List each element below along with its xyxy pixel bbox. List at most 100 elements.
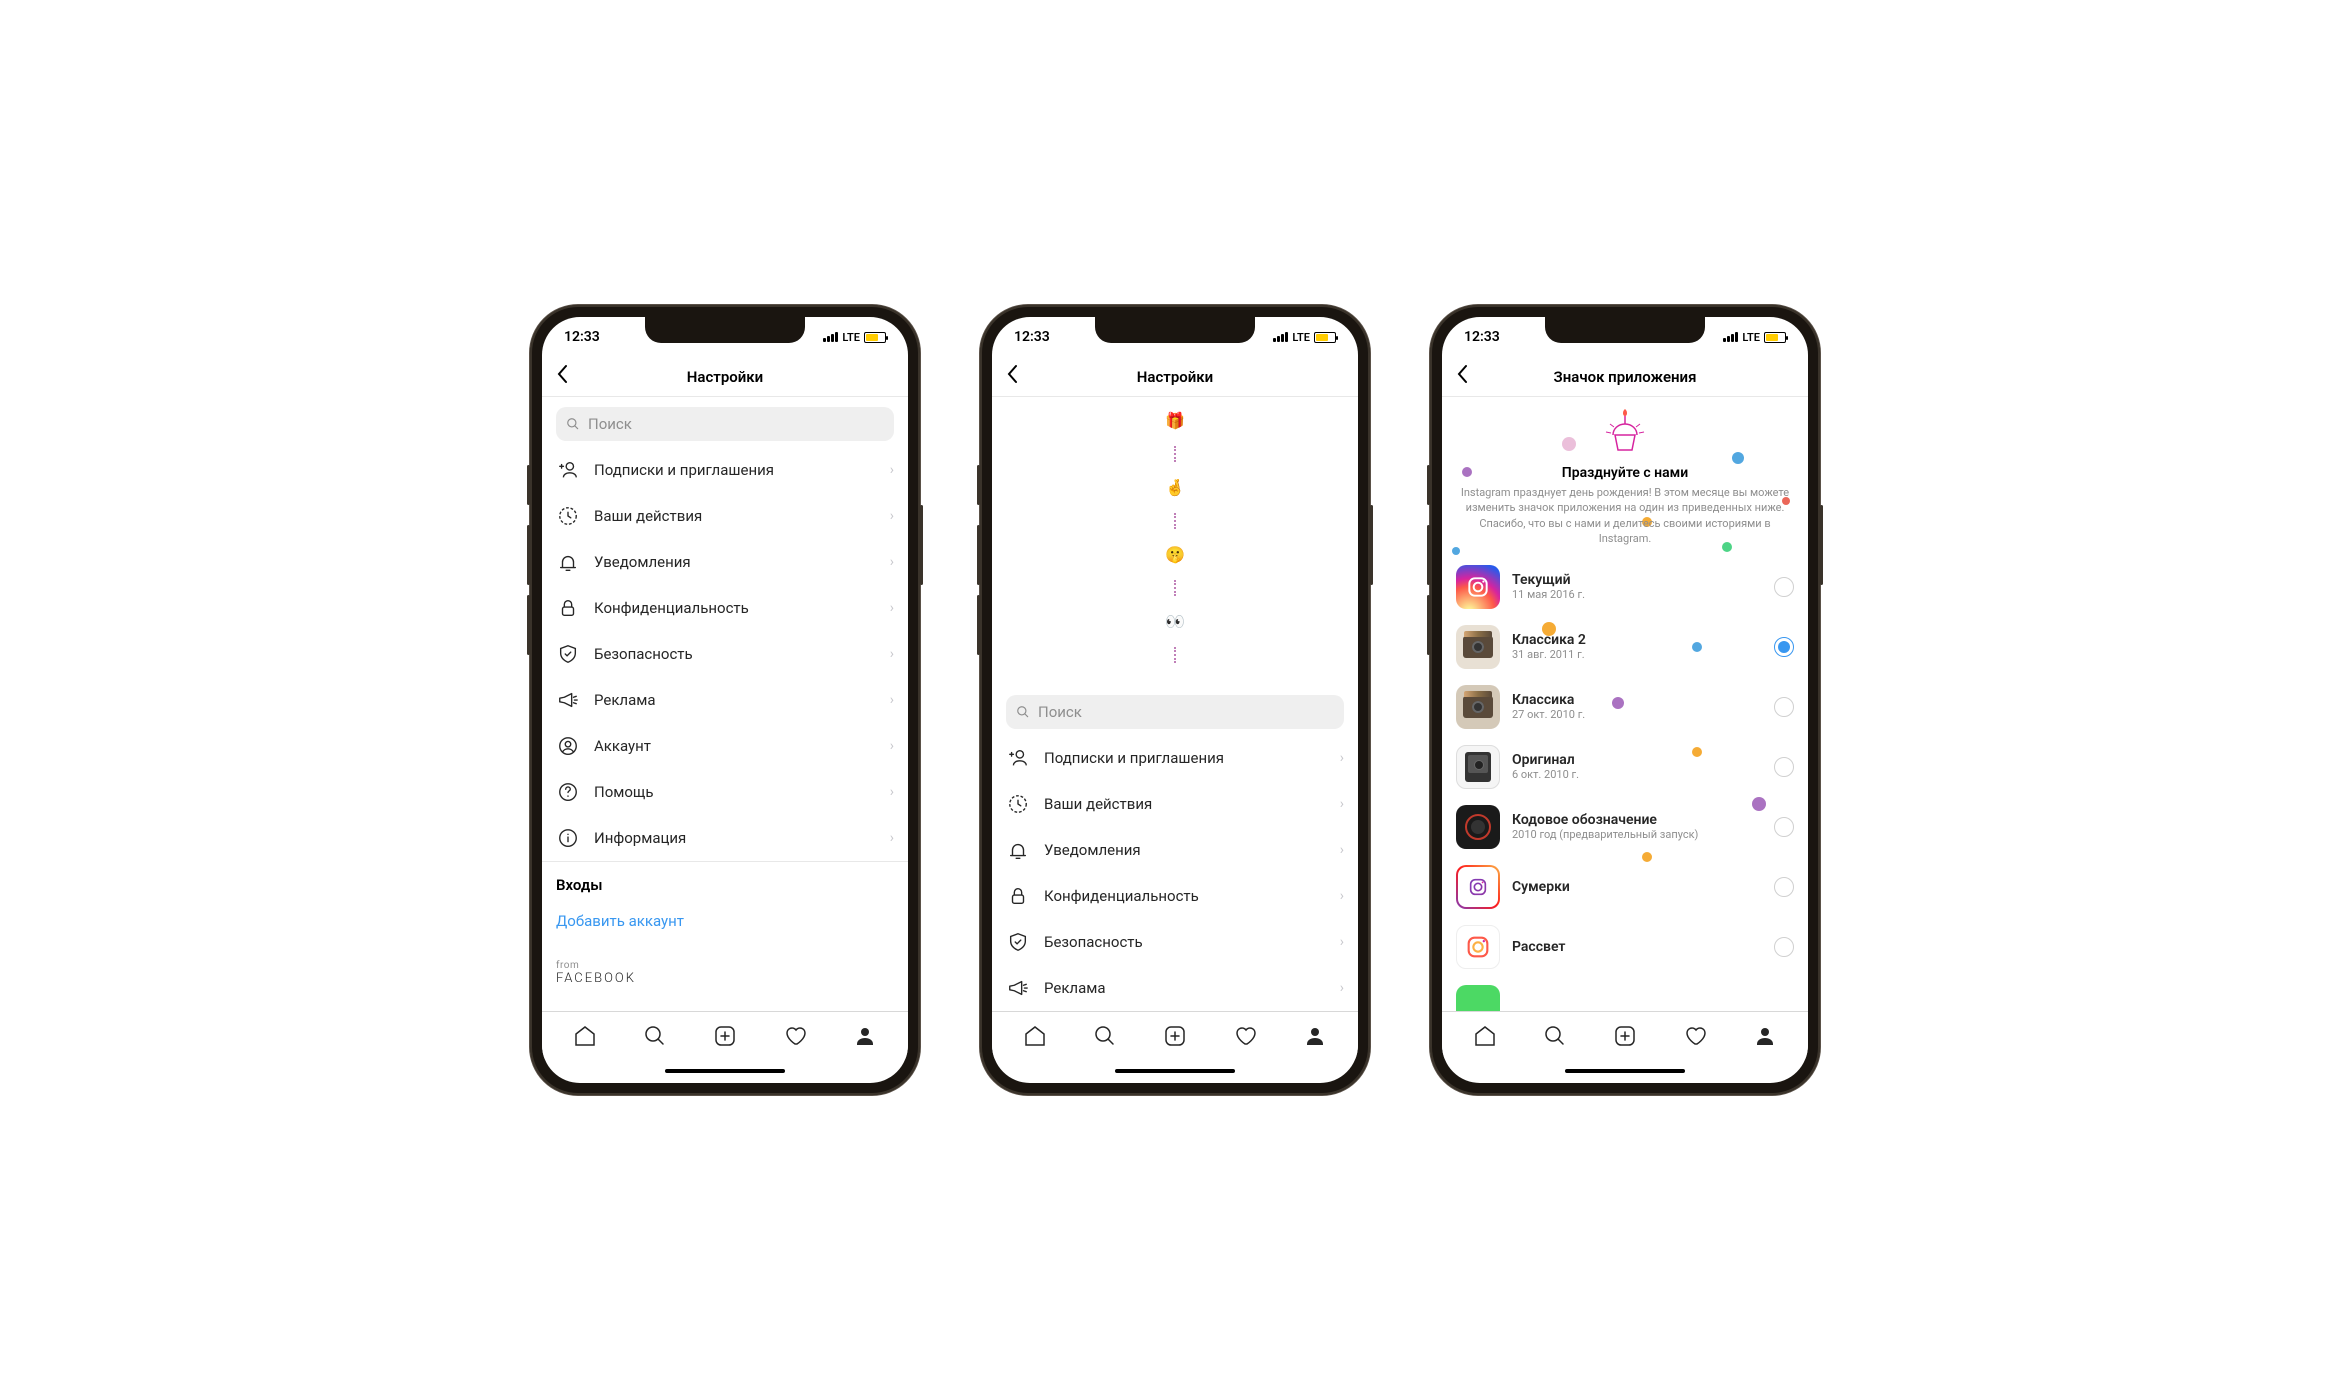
icon-date: 27 окт. 2010 г. (1512, 708, 1762, 721)
icon-option-dawn[interactable]: Рассвет (1442, 917, 1808, 977)
menu-item-privacy[interactable]: Конфиденциальность › (542, 585, 908, 631)
phone-frame-3: 12:33 LTE Значок приложения (1430, 305, 1820, 1095)
icon-name: Оригинал (1512, 752, 1762, 768)
nav-header: Настройки (542, 357, 908, 397)
icon-option-classic[interactable]: Классика 27 окт. 2010 г. (1442, 677, 1808, 737)
icon-date: 2010 год (предварительный запуск) (1512, 828, 1762, 841)
app-icon-dawn (1456, 925, 1500, 969)
search-input[interactable]: Поиск (1006, 695, 1344, 729)
icon-date: 11 мая 2016 г. (1512, 588, 1762, 601)
tab-home[interactable] (573, 1024, 597, 1048)
app-icon-original (1456, 745, 1500, 789)
battery-icon (1314, 332, 1336, 343)
app-icon-current (1456, 565, 1500, 609)
radio-button[interactable] (1774, 877, 1794, 897)
icon-name: Рассвет (1512, 939, 1762, 955)
radio-button[interactable] (1774, 697, 1794, 717)
network-label: LTE (1292, 331, 1310, 344)
logins-section-header: Входы (542, 862, 908, 902)
menu-item-activity[interactable]: Ваши действия › (542, 493, 908, 539)
tab-home[interactable] (1473, 1024, 1497, 1048)
tab-search[interactable] (1543, 1024, 1567, 1048)
icon-option-partial[interactable] (1442, 977, 1808, 1011)
tab-likes[interactable] (1233, 1024, 1257, 1048)
network-label: LTE (842, 331, 860, 344)
tab-bar (992, 1011, 1358, 1059)
celebrate-title: Празднуйте с нами (1460, 465, 1790, 481)
menu-item-ads[interactable]: Реклама › (992, 965, 1358, 1011)
radio-button[interactable] (1774, 577, 1794, 597)
tab-add[interactable] (1163, 1024, 1187, 1048)
chevron-right-icon: › (890, 554, 894, 570)
menu-item-subscriptions[interactable]: Подписки и приглашения › (542, 447, 908, 493)
back-button[interactable] (1456, 364, 1468, 390)
add-account-link[interactable]: Добавить аккаунт (542, 902, 908, 940)
menu-item-security[interactable]: Безопасность › (542, 631, 908, 677)
icon-date: 31 авг. 2011 г. (1512, 648, 1762, 661)
chevron-right-icon: › (1340, 934, 1344, 950)
menu-label: Информация (594, 829, 876, 847)
menu-label: Уведомления (594, 553, 876, 571)
menu-label: Конфиденциальность (594, 599, 876, 617)
menu-label: Уведомления (1044, 841, 1326, 859)
icon-option-codename[interactable]: Кодовое обозначение 2010 год (предварите… (1442, 797, 1808, 857)
back-button[interactable] (1006, 364, 1018, 390)
tab-search[interactable] (643, 1024, 667, 1048)
menu-item-ads[interactable]: Реклама › (542, 677, 908, 723)
tab-add[interactable] (1613, 1024, 1637, 1048)
tab-profile[interactable] (1753, 1024, 1777, 1048)
menu-item-subscriptions[interactable]: Подписки и приглашения › (992, 735, 1358, 781)
clock-icon (556, 505, 580, 527)
menu-item-activity[interactable]: Ваши действия › (992, 781, 1358, 827)
menu-label: Безопасность (1044, 933, 1326, 951)
icon-name: Сумерки (1512, 879, 1762, 895)
bell-icon (1006, 839, 1030, 861)
menu-item-notifications[interactable]: Уведомления › (992, 827, 1358, 873)
icon-option-original[interactable]: Оригинал 6 окт. 2010 г. (1442, 737, 1808, 797)
search-icon (1016, 705, 1030, 719)
radio-button[interactable] (1774, 757, 1794, 777)
battery-icon (1764, 332, 1786, 343)
chevron-right-icon: › (890, 738, 894, 754)
menu-item-account[interactable]: Аккаунт › (542, 723, 908, 769)
menu-item-security[interactable]: Безопасность › (992, 919, 1358, 965)
tab-home[interactable] (1023, 1024, 1047, 1048)
icon-option-dusk[interactable]: Сумерки (1442, 857, 1808, 917)
app-icon-classic2 (1456, 625, 1500, 669)
tab-search[interactable] (1093, 1024, 1117, 1048)
radio-button[interactable] (1774, 637, 1794, 657)
radio-button[interactable] (1774, 937, 1794, 957)
add-user-icon (556, 459, 580, 481)
menu-label: Аккаунт (594, 737, 876, 755)
shield-icon (556, 643, 580, 665)
menu-item-help[interactable]: Помощь › (542, 769, 908, 815)
page-title: Настройки (1137, 368, 1213, 386)
menu-item-privacy[interactable]: Конфиденциальность › (992, 873, 1358, 919)
menu-label: Реклама (594, 691, 876, 709)
lock-icon (1006, 885, 1030, 907)
page-title: Значок приложения (1554, 368, 1697, 386)
eyes-icon: 👀 (1165, 612, 1185, 631)
tab-bar (542, 1011, 908, 1059)
back-button[interactable] (556, 364, 568, 390)
icon-option-classic2[interactable]: Классика 2 31 авг. 2011 г. (1442, 617, 1808, 677)
tab-profile[interactable] (1303, 1024, 1327, 1048)
menu-item-notifications[interactable]: Уведомления › (542, 539, 908, 585)
megaphone-icon (1006, 977, 1030, 999)
menu-label: Подписки и приглашения (594, 461, 876, 479)
shield-icon (1006, 931, 1030, 953)
tab-likes[interactable] (1683, 1024, 1707, 1048)
tab-likes[interactable] (783, 1024, 807, 1048)
menu-item-info[interactable]: Информация › (542, 815, 908, 861)
gift-icon: 🎁 (1165, 411, 1185, 430)
search-input[interactable]: Поиск (556, 407, 894, 441)
chevron-right-icon: › (890, 600, 894, 616)
user-icon (556, 735, 580, 757)
icon-option-current[interactable]: Текущий 11 мая 2016 г. (1442, 557, 1808, 617)
menu-label: Ваши действия (1044, 795, 1326, 813)
radio-button[interactable] (1774, 817, 1794, 837)
cupcake-icon (1600, 405, 1650, 455)
tab-profile[interactable] (853, 1024, 877, 1048)
tab-add[interactable] (713, 1024, 737, 1048)
menu-label: Реклама (1044, 979, 1326, 997)
